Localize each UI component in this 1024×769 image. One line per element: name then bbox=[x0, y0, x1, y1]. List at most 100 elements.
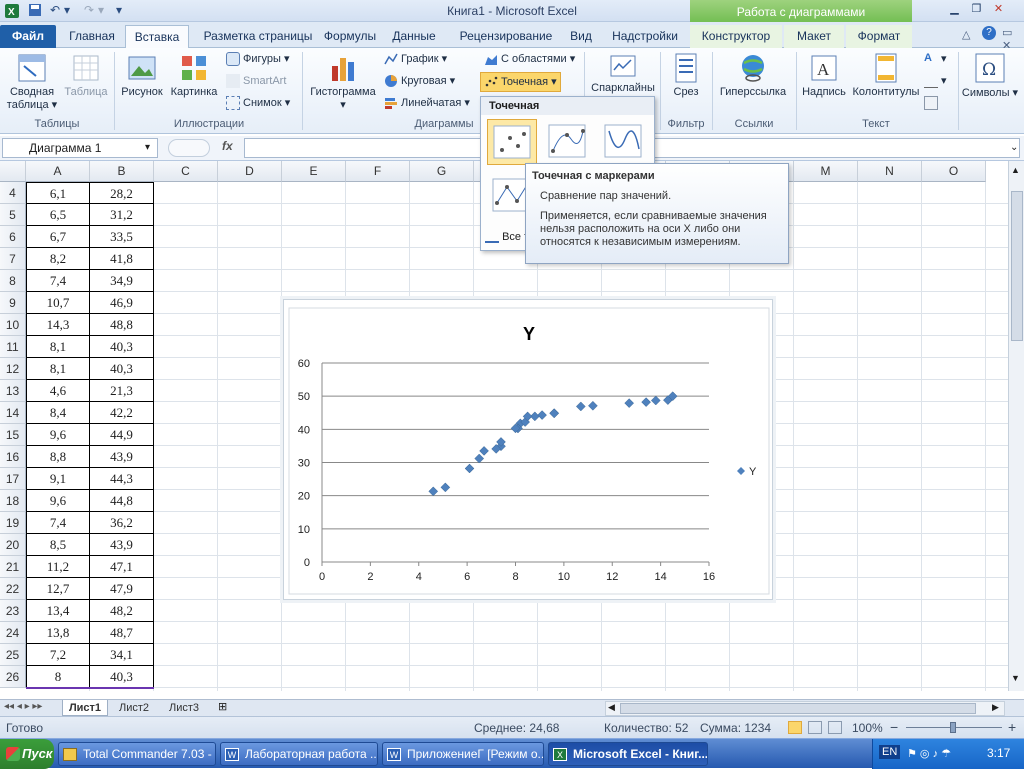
pie-chart-button[interactable]: Круговая ▾ bbox=[384, 74, 455, 92]
histogram-button[interactable]: Гистограмма ▾ bbox=[306, 52, 380, 111]
cell-b[interactable]: 47,1 bbox=[90, 556, 154, 578]
tab-insert[interactable]: Вставка bbox=[125, 25, 189, 48]
row-header[interactable]: 9 bbox=[0, 292, 26, 314]
insert-sheet-icon[interactable]: ⊞ bbox=[218, 700, 227, 713]
row-header[interactable]: 6 bbox=[0, 226, 26, 248]
column-header[interactable]: M bbox=[794, 161, 858, 182]
vertical-scroll-thumb[interactable] bbox=[1011, 191, 1023, 341]
cell-b[interactable]: 43,9 bbox=[90, 534, 154, 556]
name-box-dropdown-icon[interactable]: ▾ bbox=[145, 142, 150, 153]
cell-b[interactable]: 48,8 bbox=[90, 314, 154, 336]
hyperlink-button[interactable]: Гиперссылка bbox=[714, 52, 792, 98]
close-icon[interactable]: ✕ bbox=[990, 2, 1007, 17]
column-header[interactable]: B bbox=[90, 161, 154, 182]
name-box[interactable]: Диаграмма 1 bbox=[2, 138, 158, 158]
horizontal-scroll-thumb[interactable] bbox=[620, 703, 976, 714]
slicer-button[interactable]: Срез bbox=[664, 52, 708, 98]
column-header[interactable]: D bbox=[218, 161, 282, 182]
tab-layout[interactable]: Макет bbox=[784, 25, 844, 48]
row-header[interactable]: 25 bbox=[0, 644, 26, 666]
tab-formulas[interactable]: Формулы bbox=[320, 25, 380, 48]
cell-b[interactable]: 33,5 bbox=[90, 226, 154, 248]
object-button[interactable] bbox=[924, 96, 941, 114]
cell-b[interactable]: 36,2 bbox=[90, 512, 154, 534]
tab-view[interactable]: Вид bbox=[564, 25, 598, 48]
cell-a[interactable]: 14,3 bbox=[26, 314, 90, 336]
zoom-slider-thumb[interactable] bbox=[950, 722, 956, 733]
scroll-up-icon[interactable]: ▲ bbox=[1011, 165, 1020, 175]
page-layout-view-icon[interactable] bbox=[808, 721, 822, 734]
tab-addins[interactable]: Надстройки bbox=[604, 25, 686, 48]
column-header[interactable]: O bbox=[922, 161, 986, 182]
symbols-button[interactable]: Ω Символы ▾ bbox=[960, 52, 1020, 99]
cell-b[interactable]: 28,2 bbox=[90, 182, 154, 204]
clipart-button[interactable]: Картинка bbox=[168, 52, 220, 98]
taskbar-word-appendix[interactable]: ПриложениеГ [Режим о... bbox=[382, 742, 544, 766]
scatter-chart-button[interactable]: Точечная ▾ bbox=[480, 72, 561, 92]
sheet-tab-2[interactable]: Лист2 bbox=[110, 700, 158, 716]
taskbar-word-lab[interactable]: Лабораторная работа ... bbox=[220, 742, 378, 766]
tab-file[interactable]: Файл bbox=[0, 25, 56, 48]
wordart-button[interactable]: A ▾ bbox=[924, 52, 947, 70]
cell-a[interactable]: 13,8 bbox=[26, 622, 90, 644]
row-header[interactable]: 19 bbox=[0, 512, 26, 534]
row-header[interactable]: 18 bbox=[0, 490, 26, 512]
row-header[interactable]: 8 bbox=[0, 270, 26, 292]
scroll-down-icon[interactable]: ▼ bbox=[1011, 673, 1020, 683]
cell-b[interactable]: 44,3 bbox=[90, 468, 154, 490]
formula-bar-grip[interactable] bbox=[168, 139, 210, 157]
cell-a[interactable]: 12,7 bbox=[26, 578, 90, 600]
row-header[interactable]: 7 bbox=[0, 248, 26, 270]
line-chart-button[interactable]: График ▾ bbox=[384, 52, 447, 70]
clock[interactable]: 3:17 bbox=[987, 746, 1010, 760]
ribbon-minimize-icon[interactable]: △ bbox=[962, 28, 970, 41]
bar-chart-button[interactable]: Линейчатая ▾ bbox=[384, 96, 470, 114]
cell-b[interactable]: 47,9 bbox=[90, 578, 154, 600]
cell-b[interactable]: 40,3 bbox=[90, 336, 154, 358]
cell-a[interactable]: 9,1 bbox=[26, 468, 90, 490]
tab-format[interactable]: Формат bbox=[846, 25, 912, 48]
sheet-nav-icon[interactable]: ◂◂ ◂ ▸ ▸▸ bbox=[4, 701, 42, 712]
cell-b[interactable]: 46,9 bbox=[90, 292, 154, 314]
area-chart-button[interactable]: С областями ▾ bbox=[484, 52, 575, 70]
scroll-right-icon[interactable]: ▶ bbox=[992, 702, 999, 713]
cell-a[interactable]: 6,5 bbox=[26, 204, 90, 226]
cell-a[interactable]: 9,6 bbox=[26, 490, 90, 512]
cell-b[interactable]: 44,8 bbox=[90, 490, 154, 512]
row-header[interactable]: 23 bbox=[0, 600, 26, 622]
cell-b[interactable]: 48,2 bbox=[90, 600, 154, 622]
cell-a[interactable]: 8,5 bbox=[26, 534, 90, 556]
tab-page-layout[interactable]: Разметка страницы bbox=[193, 25, 323, 48]
column-header[interactable]: E bbox=[282, 161, 346, 182]
cell-a[interactable]: 8 bbox=[26, 666, 90, 688]
cell-a[interactable]: 7,2 bbox=[26, 644, 90, 666]
taskbar-excel[interactable]: Microsoft Excel - Книг... bbox=[548, 742, 708, 766]
cell-a[interactable]: 8,2 bbox=[26, 248, 90, 270]
scatter-markers-option[interactable] bbox=[487, 119, 537, 165]
zoom-level[interactable]: 100% bbox=[852, 721, 883, 735]
cell-a[interactable]: 13,4 bbox=[26, 600, 90, 622]
cell-a[interactable]: 8,4 bbox=[26, 402, 90, 424]
row-header[interactable]: 16 bbox=[0, 446, 26, 468]
tray-icons[interactable]: ⚑ ◎ ♪ ☂ bbox=[907, 747, 951, 760]
tab-data[interactable]: Данные bbox=[385, 25, 443, 48]
row-header[interactable]: 13 bbox=[0, 380, 26, 402]
cell-a[interactable]: 8,1 bbox=[26, 336, 90, 358]
column-header[interactable]: C bbox=[154, 161, 218, 182]
scroll-left-icon[interactable]: ◀ bbox=[608, 702, 615, 713]
smartart-button[interactable]: SmartArt bbox=[226, 74, 286, 92]
sheet-tab-1[interactable]: Лист1 bbox=[62, 700, 108, 716]
column-header[interactable]: F bbox=[346, 161, 410, 182]
cell-a[interactable]: 6,1 bbox=[26, 182, 90, 204]
language-indicator[interactable]: EN bbox=[879, 745, 901, 759]
zoom-in-button[interactable]: + bbox=[1008, 719, 1016, 735]
cell-a[interactable]: 8,1 bbox=[26, 358, 90, 380]
cell-b[interactable]: 40,3 bbox=[90, 358, 154, 380]
expand-formula-bar-icon[interactable]: ⌄ bbox=[1010, 142, 1018, 153]
minimize-icon[interactable]: ▁ bbox=[946, 2, 963, 17]
cell-b[interactable]: 34,1 bbox=[90, 644, 154, 666]
sparklines-button[interactable]: Спарклайны bbox=[588, 52, 658, 94]
cell-a[interactable]: 7,4 bbox=[26, 270, 90, 292]
insert-function-icon[interactable]: fx bbox=[222, 139, 233, 153]
picture-button[interactable]: Рисунок bbox=[118, 52, 166, 98]
